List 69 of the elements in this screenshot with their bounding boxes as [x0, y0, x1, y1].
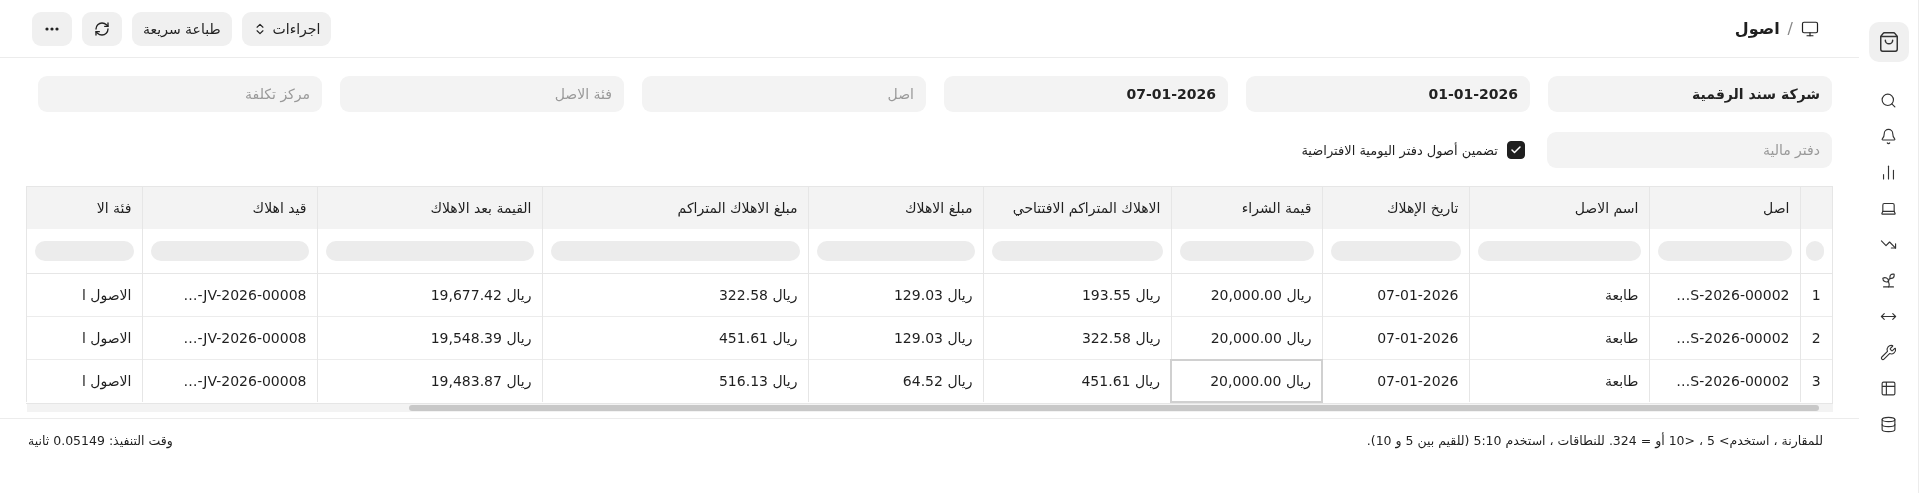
table-cell: الاصول ا [26, 316, 142, 360]
more-button[interactable] [32, 11, 72, 46]
filter-field[interactable]: شركة سند الرقمية [1548, 76, 1832, 112]
actions-menu-button[interactable]: اجراءات [241, 11, 332, 46]
column-header[interactable]: الاهلاك المتراكم الافتتاحي [983, 187, 1171, 229]
table-cell: …S-2026-00002 [1649, 273, 1800, 317]
column-header[interactable]: قيد اهلاك [142, 187, 317, 229]
shopping-bag-icon [1877, 31, 1900, 53]
bell-icon [1880, 127, 1897, 145]
column-header[interactable]: اسم الاصل [1469, 187, 1649, 229]
table-cell: 07-01-2026 [1322, 273, 1469, 317]
refresh-icon [94, 20, 110, 37]
monitor-icon [1801, 19, 1819, 38]
table-cell: …-JV-2026-00008 [142, 359, 317, 402]
row-number: 2 [1800, 316, 1832, 360]
column-header[interactable]: فئة الا [26, 187, 142, 229]
table-cell: ريال 516.13 [542, 359, 808, 402]
table-cell: ريال 129.03 [808, 316, 983, 360]
filter-hint: للمقارنة ، استخدم> 5 ، <10 أو = 324. للنطاقات ، استخدم 5:10 (للقيم بين 5 و 10). [1366, 433, 1823, 448]
table-cell: الاصول ا [26, 273, 142, 317]
check-icon [1510, 144, 1522, 156]
checkbox-label: تضمين أصول دفتر اليومية الافتراضية [1301, 142, 1498, 158]
page-title: اصول [1734, 19, 1780, 38]
table-cell: ريال 19,677.42 [317, 273, 542, 317]
table-cell: ريال 19,483.87 [317, 359, 542, 402]
table-cell: ريال 322.58 [983, 316, 1171, 360]
more-icon [45, 26, 59, 31]
tools-icon [1880, 343, 1897, 361]
table-cell: طابعة [1469, 359, 1649, 402]
column-header[interactable]: مبلغ الاهلاك المتراكم [542, 187, 808, 229]
table-cell: ريال 20,000.00 [1171, 316, 1322, 360]
row-number: 3 [1800, 359, 1832, 402]
table-cell: …-JV-2026-00008 [142, 273, 317, 317]
table-cell: …S-2026-00002 [1649, 316, 1800, 360]
table-cell: …-JV-2026-00008 [142, 316, 317, 360]
refresh-button[interactable] [82, 11, 122, 46]
table-cell: 07-01-2026 [1322, 316, 1469, 360]
table-cell: ريال 64.52 [808, 359, 983, 402]
table-cell: …S-2026-00002 [1649, 359, 1800, 402]
breadcrumb-separator: / [1787, 19, 1793, 38]
sprout-icon [1880, 271, 1897, 289]
table-cell: ريال 322.58 [542, 273, 808, 317]
bar-chart-icon [1880, 163, 1897, 181]
table-cell: ريال 19,548.39 [317, 316, 542, 360]
table-cell: الاصول ا [26, 359, 142, 402]
filter-field[interactable]: 07-01-2026 [944, 76, 1228, 112]
table-cell: ريال 129.03 [808, 273, 983, 317]
table-cell: ريال 20,000.00 [1171, 359, 1322, 402]
column-header[interactable]: اصل [1649, 187, 1800, 229]
execution-time: وقت التنفيذ: 0.05149 ثانية [28, 433, 173, 448]
column-header[interactable]: مبلغ الاهلاك [808, 187, 983, 229]
search-icon [1880, 91, 1897, 109]
column-header[interactable]: تاريخ الإهلاك [1322, 187, 1469, 229]
table-icon [1880, 379, 1897, 397]
table-cell: ريال 20,000.00 [1171, 273, 1322, 317]
table-cell: ريال 451.61 [542, 316, 808, 360]
filter-field[interactable]: 01-01-2026 [1246, 76, 1530, 112]
table-cell: طابعة [1469, 273, 1649, 317]
checkbox[interactable] [1507, 141, 1525, 159]
table-cell: ريال 451.61 [983, 359, 1171, 402]
quick-print-button[interactable]: طباعة سريعة [132, 11, 232, 46]
table-cell: 07-01-2026 [1322, 359, 1469, 402]
column-header[interactable]: القيمة بعد الاهلاك [317, 187, 542, 229]
database-icon [1880, 415, 1897, 433]
column-header[interactable]: قيمة الشراء [1171, 187, 1322, 229]
shopping-bag-button[interactable] [1868, 22, 1909, 62]
table-cell: طابعة [1469, 316, 1649, 360]
row-number: 1 [1800, 273, 1832, 317]
table-cell: ريال 193.55 [983, 273, 1171, 317]
